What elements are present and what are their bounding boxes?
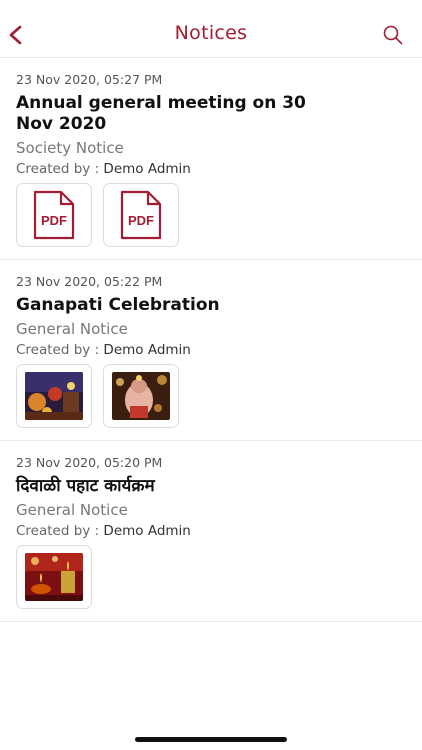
- home-indicator[interactable]: [135, 737, 287, 742]
- notice-timestamp: 23 Nov 2020, 05:20 PM: [16, 455, 163, 470]
- navigation-bar: Notices: [0, 0, 422, 58]
- page-title: Notices: [174, 22, 248, 44]
- notice-title: दिवाळी पहाट कार्यक्रम: [16, 476, 155, 496]
- creator-name: Demo Admin: [103, 161, 191, 177]
- festival-photo-thumbnail: [25, 372, 83, 420]
- creator-name: Demo Admin: [103, 342, 191, 358]
- created-by-label: Created by :: [16, 161, 100, 177]
- created-by-label: Created by :: [16, 523, 100, 539]
- image-attachment[interactable]: [16, 545, 92, 609]
- notice-title: Ganapati Celebration: [16, 295, 220, 315]
- notice-type: General Notice: [16, 320, 128, 338]
- notice-title: Annual general meeting on 30 Nov 2020: [16, 93, 306, 134]
- attachment-list: PDF PDF: [16, 183, 406, 247]
- notice-item[interactable]: 23 Nov 2020, 05:22 PM Ganapati Celebrati…: [0, 260, 422, 441]
- notice-type: Society Notice: [16, 139, 124, 157]
- notice-creator-row: Created by : Demo Admin: [16, 342, 406, 358]
- notice-item[interactable]: 23 Nov 2020, 05:20 PM दिवाळी पहाट कार्यक…: [0, 441, 422, 622]
- notice-list: 23 Nov 2020, 05:27 PM Annual general mee…: [0, 58, 422, 622]
- notice-timestamp: 23 Nov 2020, 05:27 PM: [16, 72, 163, 87]
- notice-timestamp: 23 Nov 2020, 05:22 PM: [16, 274, 163, 289]
- notice-creator-row: Created by : Demo Admin: [16, 523, 406, 539]
- notice-creator-row: Created by : Demo Admin: [16, 161, 406, 177]
- search-button[interactable]: [382, 24, 404, 46]
- pdf-label: PDF: [128, 213, 154, 228]
- attachment-list: [16, 364, 406, 428]
- notice-type: General Notice: [16, 501, 128, 519]
- image-attachment[interactable]: [16, 364, 92, 428]
- pdf-attachment[interactable]: PDF: [16, 183, 92, 247]
- ganpati-photo-thumbnail: [112, 372, 170, 420]
- pdf-file-icon: PDF: [33, 190, 75, 240]
- attachment-list: [16, 545, 406, 609]
- notice-item[interactable]: 23 Nov 2020, 05:27 PM Annual general mee…: [0, 58, 422, 260]
- pdf-label: PDF: [41, 213, 67, 228]
- created-by-label: Created by :: [16, 342, 100, 358]
- image-attachment[interactable]: [103, 364, 179, 428]
- search-icon: [383, 25, 403, 45]
- diwali-photo-thumbnail: [25, 553, 83, 601]
- pdf-attachment[interactable]: PDF: [103, 183, 179, 247]
- creator-name: Demo Admin: [103, 523, 191, 539]
- pdf-file-icon: PDF: [120, 190, 162, 240]
